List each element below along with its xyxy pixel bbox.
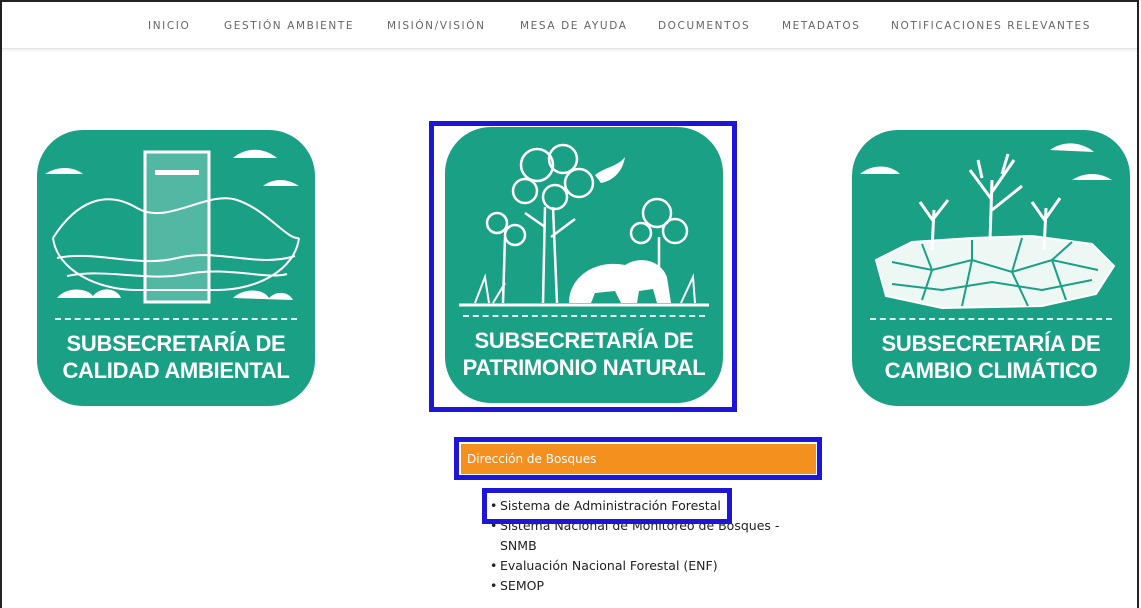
nav-item-mesa-de-ayuda[interactable]: MESA DE AYUDA xyxy=(520,20,627,32)
highlight-box-link xyxy=(482,488,732,524)
top-navigation: INICIO GESTIÓN AMBIENTE MISIÓN/VISIÓN ME… xyxy=(2,2,1137,49)
card-title-line2: CAMBIO CLIMÁTICO xyxy=(884,358,1098,383)
card-title: SUBSECRETARÍA DE CAMBIO CLIMÁTICO xyxy=(852,330,1130,384)
cracked-earth-icon xyxy=(860,143,1116,310)
card-cambio-climatico[interactable]: SUBSECRETARÍA DE CAMBIO CLIMÁTICO xyxy=(852,130,1130,406)
nav-item-inicio[interactable]: INICIO xyxy=(148,20,190,32)
link-semop[interactable]: SEMOP xyxy=(490,576,779,596)
link-evaluacion-nacional-forestal[interactable]: Evaluación Nacional Forestal (ENF) xyxy=(490,556,779,576)
nav-item-gestion-ambiente[interactable]: GESTIÓN AMBIENTE xyxy=(224,20,354,32)
waterfall-icon xyxy=(45,149,300,304)
card-calidad-ambiental[interactable]: SUBSECRETARÍA DE CALIDAD AMBIENTAL xyxy=(37,130,315,406)
nav-item-mision-vision[interactable]: MISIÓN/VISIÓN xyxy=(387,20,486,32)
link-snmb[interactable]: SNMB xyxy=(490,536,779,556)
card-title-line1: SUBSECRETARÍA DE xyxy=(881,331,1101,356)
nav-item-documentos[interactable]: DOCUMENTOS xyxy=(658,20,750,32)
card-title-line1: SUBSECRETARÍA DE xyxy=(66,331,286,356)
nav-item-metadatos[interactable]: METADATOS xyxy=(782,20,861,32)
nav-item-notificaciones-relevantes[interactable]: NOTIFICACIONES RELEVANTES xyxy=(891,20,1091,32)
card-divider xyxy=(55,318,297,320)
card-title-line2: CALIDAD AMBIENTAL xyxy=(62,358,290,383)
card-title: SUBSECRETARÍA DE CALIDAD AMBIENTAL xyxy=(37,330,315,384)
highlight-box-section xyxy=(454,437,822,480)
card-divider xyxy=(870,318,1112,320)
highlight-box-card xyxy=(429,121,737,412)
